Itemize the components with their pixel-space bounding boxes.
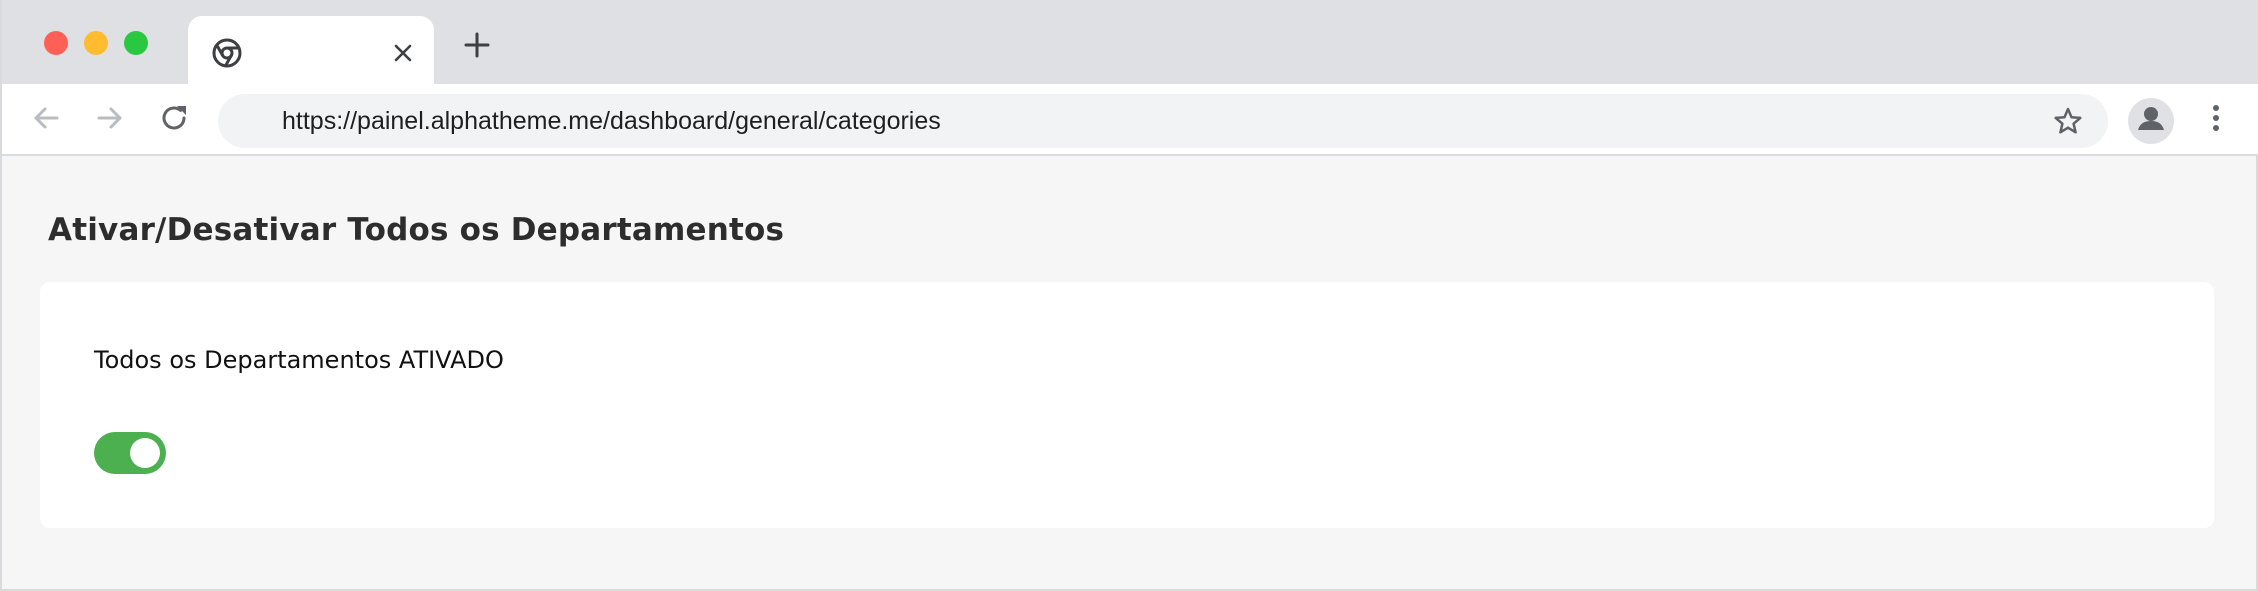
chrome-icon <box>212 38 242 68</box>
browser-window: https://painel.alphatheme.me/dashboard/g… <box>0 0 2258 591</box>
close-window-button[interactable] <box>44 31 68 55</box>
reload-button[interactable] <box>154 100 194 140</box>
new-tab-button[interactable] <box>460 30 494 64</box>
browser-menu-button[interactable] <box>2198 100 2234 140</box>
tab-strip <box>2 0 2258 86</box>
arrow-right-icon <box>95 103 125 138</box>
address-bar[interactable]: https://painel.alphatheme.me/dashboard/g… <box>218 94 2108 148</box>
departments-toggle[interactable] <box>94 432 166 474</box>
minimize-window-button[interactable] <box>84 31 108 55</box>
plus-icon <box>463 31 491 64</box>
profile-button[interactable] <box>2128 98 2174 144</box>
arrow-left-icon <box>31 103 61 138</box>
close-icon[interactable] <box>386 36 420 70</box>
reload-icon <box>158 102 190 139</box>
kebab-menu-icon <box>2211 103 2221 138</box>
url-text[interactable]: https://painel.alphatheme.me/dashboard/g… <box>282 94 941 148</box>
status-label: Todos os Departamentos ATIVADO <box>94 346 504 374</box>
maximize-window-button[interactable] <box>124 31 148 55</box>
browser-toolbar: https://painel.alphatheme.me/dashboard/g… <box>2 84 2258 156</box>
back-button[interactable] <box>26 100 66 140</box>
page-title: Ativar/Desativar Todos os Departamentos <box>48 212 785 248</box>
toggle-knob <box>130 438 160 468</box>
settings-card: Todos os Departamentos ATIVADO <box>40 282 2214 528</box>
page-content: Ativar/Desativar Todos os Departamentos … <box>2 158 2256 589</box>
person-icon <box>2128 98 2174 144</box>
browser-tab[interactable] <box>188 16 434 86</box>
forward-button[interactable] <box>90 100 130 140</box>
star-icon[interactable] <box>2050 103 2086 139</box>
